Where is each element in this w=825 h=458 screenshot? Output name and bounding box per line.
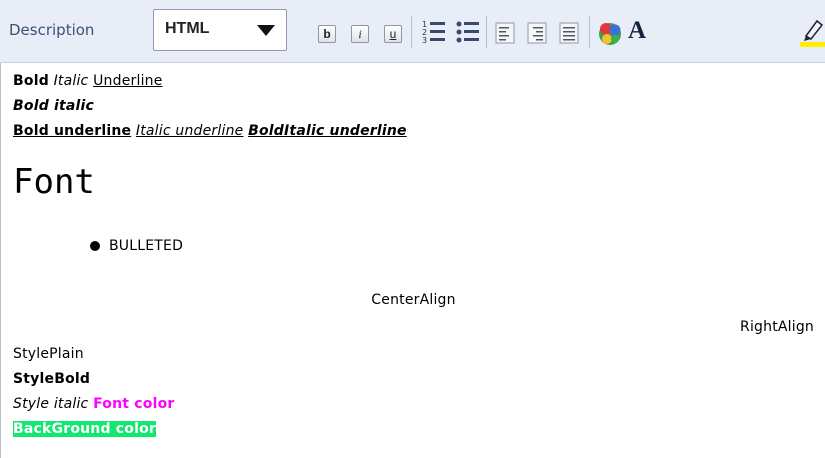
bullet-icon xyxy=(90,241,100,251)
underline-text: Underline xyxy=(93,73,163,89)
mode-select-value: HTML xyxy=(165,20,210,37)
font-color-text: Font color xyxy=(93,396,175,412)
italic-button[interactable]: i xyxy=(351,25,369,43)
align-justify-icon[interactable] xyxy=(559,22,581,46)
bulleted-list-icon[interactable] xyxy=(455,18,481,46)
bolditalic-underline-text: BoldItalic underline xyxy=(248,123,407,139)
numbered-list-icon[interactable]: 1 2 3 xyxy=(421,18,447,46)
font-sample-text: Font xyxy=(13,162,95,202)
svg-text:3: 3 xyxy=(422,36,427,45)
bold-underline-text: Bold underline xyxy=(13,123,132,139)
underline-button[interactable]: u xyxy=(384,25,402,43)
editor-toolbar: Description HTML b i u 1 2 3 A xyxy=(0,0,825,63)
description-label: Description xyxy=(9,21,95,39)
center-align-text: CenterAlign xyxy=(371,292,456,308)
style-italic-line: Style italic Font color xyxy=(13,396,175,412)
toolbar-separator xyxy=(589,16,590,48)
mode-select[interactable]: HTML xyxy=(153,9,287,51)
bulleted-text: BULLETED xyxy=(109,238,184,254)
right-align-text: RightAlign xyxy=(740,319,814,335)
bulleted-list-item: BULLETED xyxy=(90,238,183,254)
toolbar-separator xyxy=(486,16,487,48)
style-italic-text: Style italic xyxy=(13,396,89,412)
dropdown-arrow-icon xyxy=(257,25,275,36)
format-line-1: Bold Italic Underline xyxy=(13,73,163,89)
style-plain-text: StylePlain xyxy=(13,346,84,362)
color-palette-icon[interactable] xyxy=(597,20,623,46)
italic-text: Italic xyxy=(53,73,89,89)
editor-content-area[interactable]: Bold Italic Underline Bold italic Bold u… xyxy=(0,63,825,458)
toolbar-separator xyxy=(411,16,412,48)
bold-text: Bold xyxy=(13,73,49,89)
bold-button[interactable]: b xyxy=(318,25,336,43)
italic-underline-text: Italic underline xyxy=(135,123,244,139)
align-left-icon[interactable] xyxy=(495,22,517,46)
bold-italic-text: Bold italic xyxy=(13,98,95,114)
format-line-3: Bold underline Italic underline BoldItal… xyxy=(13,123,407,139)
style-bold-text: StyleBold xyxy=(13,371,91,387)
background-color-line: BackGround color xyxy=(13,421,157,437)
background-color-text: BackGround color xyxy=(13,421,157,437)
font-style-button[interactable]: A xyxy=(628,17,646,45)
align-right-icon[interactable] xyxy=(527,22,549,46)
highlighter-icon[interactable] xyxy=(800,16,825,48)
